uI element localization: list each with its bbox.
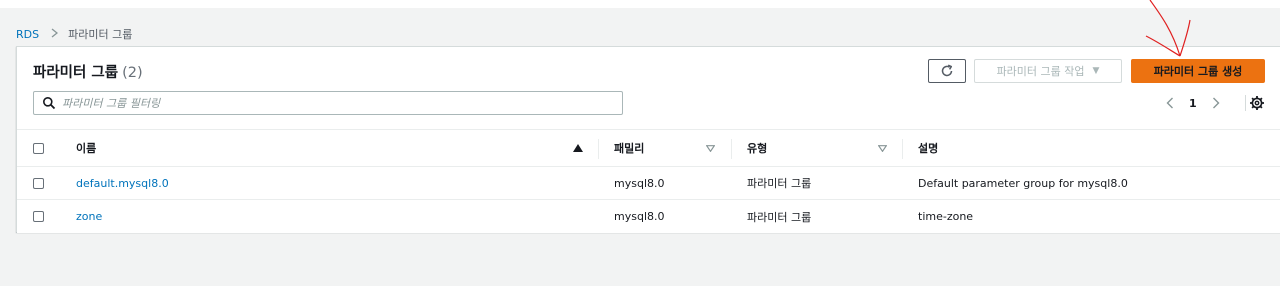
sort-ascending-icon[interactable]	[573, 130, 583, 166]
column-divider	[902, 139, 903, 159]
parameter-groups-panel: 파라미터 그룹(2) 파라미터 그룹 작업 ▼ 파라미터 그룹 생성 1	[16, 46, 1280, 233]
settings-gear-icon[interactable]	[1249, 95, 1265, 111]
item-count: (2)	[122, 65, 143, 81]
parameter-group-actions-button[interactable]: 파라미터 그룹 작업 ▼	[974, 59, 1122, 83]
column-divider	[598, 139, 599, 159]
breadcrumb-separator-icon	[51, 27, 59, 41]
select-all-cell	[33, 130, 44, 166]
description-cell: Default parameter group for mysql8.0	[918, 176, 1128, 190]
search-icon	[42, 96, 56, 110]
refresh-button[interactable]	[928, 59, 966, 83]
row-select-cell	[33, 167, 44, 199]
column-divider	[731, 139, 732, 159]
filter-search-box[interactable]	[33, 91, 623, 115]
breadcrumb-rds-link[interactable]: RDS	[16, 28, 39, 41]
family-cell: mysql8.0	[614, 210, 665, 223]
annotation-arrow-icon	[1145, 0, 1191, 57]
parameter-group-name-link[interactable]: default.mysql8.0	[76, 167, 169, 199]
search-input[interactable]	[62, 93, 622, 113]
sort-descending-icon[interactable]	[706, 130, 715, 166]
create-label: 파라미터 그룹 생성	[1153, 65, 1243, 78]
page-title-text: 파라미터 그룹	[33, 65, 119, 81]
row-checkbox[interactable]	[33, 211, 44, 222]
breadcrumb-current: 파라미터 그룹	[68, 28, 133, 41]
header-type[interactable]: 유형	[747, 130, 767, 166]
header-description[interactable]: 설명	[918, 130, 938, 166]
breadcrumb: RDS 파라미터 그룹	[16, 26, 132, 42]
sort-descending-icon[interactable]	[878, 130, 887, 166]
type-cell: 파라미터 그룹	[747, 177, 812, 190]
top-strip	[0, 0, 1280, 8]
caret-down-icon: ▼	[1092, 66, 1100, 76]
table-header: 이름 패밀리 유형 설명	[17, 129, 1280, 167]
table-row: default.mysql8.0 mysql8.0 파라미터 그룹 Defaul…	[17, 167, 1280, 200]
create-parameter-group-button[interactable]: 파라미터 그룹 생성	[1131, 59, 1265, 83]
header-name[interactable]: 이름	[76, 130, 96, 166]
current-page-number[interactable]: 1	[1189, 97, 1197, 110]
page-title: 파라미터 그룹 (2)	[33, 61, 143, 82]
row-checkbox[interactable]	[33, 177, 44, 189]
pagination: 1	[1163, 93, 1223, 113]
pagination-divider	[1245, 95, 1246, 111]
refresh-icon	[941, 64, 953, 77]
header-family[interactable]: 패밀리	[614, 130, 644, 166]
family-cell: mysql8.0	[614, 176, 665, 190]
parameter-groups-table: 이름 패밀리 유형 설명 default.mysql8.0 mysql8.0 파…	[17, 129, 1280, 233]
actions-label: 파라미터 그룹 작업	[996, 65, 1085, 78]
description-cell: time-zone	[918, 210, 974, 223]
chevron-left-icon[interactable]	[1163, 93, 1177, 113]
table-row: zone mysql8.0 파라미터 그룹 time-zone	[17, 200, 1280, 233]
parameter-group-name-link[interactable]: zone	[76, 200, 102, 233]
chevron-right-icon[interactable]	[1209, 93, 1223, 113]
select-all-checkbox[interactable]	[33, 142, 44, 154]
row-select-cell	[33, 200, 44, 233]
type-cell: 파라미터 그룹	[747, 210, 812, 224]
